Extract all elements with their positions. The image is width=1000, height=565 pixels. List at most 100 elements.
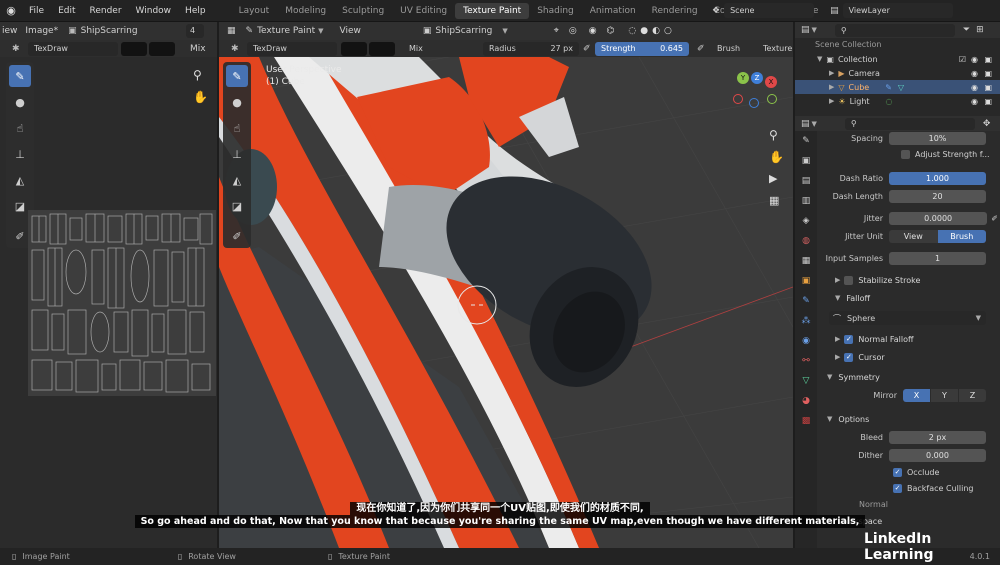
modifier-tab-icon[interactable]: ✎ [795, 291, 817, 311]
menu-window[interactable]: Window [129, 6, 179, 16]
radius-field[interactable]: Radius 27 px [483, 41, 579, 56]
scene-collection-row[interactable]: Scene Collection [795, 38, 1000, 52]
dash-ratio-field[interactable]: 1.000 [889, 171, 986, 185]
properties-editor-icon[interactable]: ▤ [801, 119, 810, 129]
scene-selector[interactable]: Scene [724, 3, 815, 18]
constraints-tab-icon[interactable]: ⚯ [795, 351, 817, 371]
radius-pressure-icon[interactable]: ✐ [583, 44, 591, 54]
eye-icon[interactable]: ◉ [971, 55, 978, 64]
clone-tool-button[interactable]: ⊥ [226, 143, 248, 165]
viewport-brush-field[interactable]: TexDraw [247, 41, 337, 56]
pan-hand-icon[interactable]: ✋ [769, 150, 784, 164]
xray-icon[interactable]: ◎ [569, 26, 577, 36]
falloff-shape-dropdown[interactable]: ⌒ Sphere ▼ [829, 311, 986, 325]
eye-icon[interactable]: ◉ [971, 83, 978, 92]
falloff-panel[interactable]: ▼ Falloff [819, 289, 1000, 307]
menu-help[interactable]: Help [178, 6, 213, 16]
camera-render-icon[interactable]: ▣ [984, 83, 992, 92]
zoom-icon[interactable]: ⚲ [193, 68, 202, 82]
particles-tab-icon[interactable]: ⁂ [795, 311, 817, 331]
image-name-field[interactable]: ShipScarring [81, 26, 138, 36]
viewport-blend-mode[interactable]: Mix [403, 42, 473, 56]
brush-settings-icon[interactable]: ✱ [12, 44, 20, 54]
bleed-field[interactable]: 2 px [889, 430, 986, 444]
gizmo-z-axis[interactable]: Z [751, 72, 763, 84]
camera-render-icon[interactable]: ▣ [984, 97, 992, 106]
normal-falloff-checkbox[interactable]: ✓ [844, 334, 854, 344]
texture-slot-field[interactable]: ShipScarring [435, 26, 492, 36]
world-tab-icon[interactable]: ◍ [795, 231, 817, 251]
tool-tab-icon[interactable]: ✎ [795, 131, 817, 151]
fill-tool-button[interactable]: ◭ [9, 169, 31, 191]
tab-texture-paint[interactable]: Texture Paint [455, 2, 530, 19]
adjust-strength-checkbox[interactable] [901, 149, 910, 159]
brush-menu[interactable]: Brush [717, 44, 740, 53]
image-blend-mode[interactable]: Mix [190, 44, 206, 54]
image-color-swatch[interactable] [121, 41, 147, 56]
gizmo-neg-y[interactable] [767, 94, 777, 104]
scene-tab-icon[interactable]: ◈ [795, 211, 817, 231]
mirror-y-toggle[interactable]: Y [931, 388, 958, 402]
input-samples-field[interactable]: 1 [889, 251, 986, 265]
cursor-checkbox[interactable]: ✓ [844, 352, 854, 362]
normal-falloff-panel[interactable]: ▶ ✓ Normal Falloff [819, 330, 1000, 348]
rendered-shading-icon[interactable]: ○ [664, 26, 672, 36]
soften-tool-button[interactable]: ● [9, 91, 31, 113]
cursor-panel[interactable]: ▶ ✓ Cursor [819, 348, 1000, 366]
menu-render[interactable]: Render [83, 6, 129, 16]
camera-render-icon[interactable]: ▣ [984, 55, 992, 64]
material-tab-icon[interactable]: ◕ [795, 391, 817, 411]
camera-view-icon[interactable]: ▶ [769, 172, 777, 185]
3d-viewport[interactable]: ▦ ✎ Texture Paint ▼ View ▣ ShipScarring … [219, 22, 793, 548]
pan-hand-icon[interactable]: ✋ [193, 90, 208, 104]
backface-culling-row[interactable]: ✓ Backface Culling [819, 480, 1000, 496]
tab-uv-editing[interactable]: UV Editing [392, 3, 455, 19]
backface-culling-checkbox[interactable]: ✓ [893, 483, 902, 493]
mode-selector[interactable]: Texture Paint [257, 26, 315, 36]
spacing-field[interactable]: 10% [889, 131, 986, 145]
gizmo-neg-z[interactable] [749, 98, 759, 108]
gizmo-toggle-icon[interactable]: ⌬ [607, 26, 615, 36]
eye-icon[interactable]: ◉ [971, 97, 978, 106]
blender-logo-icon[interactable]: ◉ [0, 4, 22, 17]
navigation-gizmo[interactable]: Y Z X [733, 70, 783, 116]
image-menu[interactable]: Image* [25, 26, 58, 36]
dash-length-field[interactable]: 20 [889, 189, 986, 203]
new-collection-icon[interactable]: ⊞ [976, 25, 984, 35]
mirror-z-toggle[interactable]: Z [959, 388, 986, 402]
snap-icon[interactable]: ⌖ [554, 26, 559, 36]
viewport-color-swatch[interactable] [341, 41, 367, 56]
soften-tool-button[interactable]: ● [226, 91, 248, 113]
collection-tab-icon[interactable]: ▦ [795, 251, 817, 271]
properties-search-input[interactable]: ⚲ [844, 117, 975, 130]
stabilize-stroke-checkbox[interactable] [844, 275, 854, 285]
eye-icon[interactable]: ◉ [971, 69, 978, 78]
dither-field[interactable]: 0.000 [889, 448, 986, 462]
strength-pressure-icon[interactable]: ✐ [697, 44, 705, 54]
symmetry-panel[interactable]: ▼ Symmetry [819, 368, 1000, 386]
object-tab-icon[interactable]: ▣ [795, 271, 817, 291]
view-layer-tab-icon[interactable]: ▥ [795, 191, 817, 211]
smear-tool-button[interactable]: ☝ [9, 117, 31, 139]
jitter-unit-view-button[interactable]: View [889, 229, 938, 243]
data-tab-icon[interactable]: ▽ [795, 371, 817, 391]
perspective-grid-icon[interactable]: ▦ [769, 194, 779, 207]
image-brush-field[interactable]: TexDraw [28, 41, 118, 56]
outliner-editor-icon[interactable]: ▤ [801, 25, 810, 35]
texture-menu[interactable]: Texture [763, 44, 792, 53]
zoom-icon[interactable]: ⚲ [769, 128, 778, 142]
smear-tool-button[interactable]: ☝ [226, 117, 248, 139]
image-slot-number[interactable]: 4 [186, 24, 204, 38]
jitter-unit-brush-button[interactable]: Brush [937, 229, 986, 243]
mask-tool-button[interactable]: ◪ [226, 195, 248, 217]
draw-tool-button[interactable]: ✎ [9, 65, 31, 87]
gizmo-neg-x[interactable] [733, 94, 743, 104]
overlay-icon[interactable]: ◉ [589, 26, 597, 36]
image-view-menu[interactable]: iew [2, 26, 17, 36]
clone-tool-button[interactable]: ⊥ [9, 143, 31, 165]
pin-icon[interactable]: ✥ [983, 119, 991, 129]
camera-render-icon[interactable]: ▣ [984, 69, 992, 78]
texture-tab-icon[interactable]: ▩ [795, 411, 817, 431]
outliner-row-camera[interactable]: ▶ ▶ Camera ◉ ▣ [795, 66, 1000, 80]
occlude-row[interactable]: ✓ Occlude [819, 464, 1000, 480]
